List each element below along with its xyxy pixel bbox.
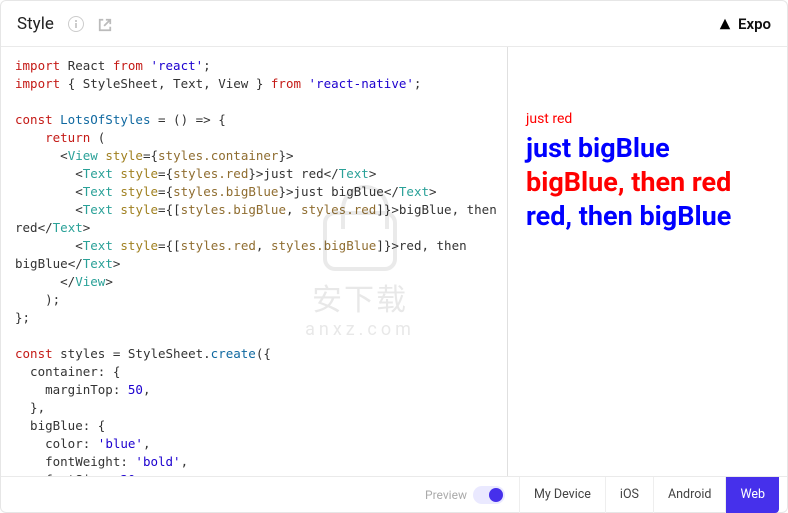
- preview-text-bigblue: just bigBlue: [526, 131, 769, 165]
- code-line: bigBlue: {: [15, 417, 497, 435]
- code-line: <Text style={[styles.red, styles.bigBlue…: [15, 237, 497, 255]
- tab-ios[interactable]: iOS: [605, 477, 653, 513]
- code-line: [15, 327, 497, 345]
- code-line: fontSize: 30,: [15, 471, 497, 476]
- header: Style Expo: [1, 1, 787, 47]
- code-line: };: [15, 309, 497, 327]
- code-line: <Text style={styles.red}>just red</Text>: [15, 165, 497, 183]
- tab-android[interactable]: Android: [653, 477, 725, 513]
- code-line: );: [15, 291, 497, 309]
- code-line: import { StyleSheet, Text, View } from '…: [15, 75, 497, 93]
- code-line: bigBlue</Text>: [15, 255, 497, 273]
- code-line: <View style={styles.container}>: [15, 147, 497, 165]
- preview-toggle[interactable]: [473, 486, 505, 504]
- tab-web[interactable]: Web: [725, 477, 779, 513]
- code-line: red</Text>: [15, 219, 497, 237]
- code-line: <Text style={styles.bigBlue}>just bigBlu…: [15, 183, 497, 201]
- code-line: return (: [15, 129, 497, 147]
- expo-logo-icon: [718, 17, 732, 31]
- code-line: const LotsOfStyles = () => {: [15, 111, 497, 129]
- code-line: container: {: [15, 363, 497, 381]
- body: import React from 'react';import { Style…: [1, 47, 787, 476]
- code-line: <Text style={[styles.bigBlue, styles.red…: [15, 201, 497, 219]
- preview-text-red-bigblue: red, then bigBlue: [526, 199, 769, 233]
- expo-brand[interactable]: Expo: [718, 15, 771, 33]
- code-line: fontWeight: 'bold',: [15, 453, 497, 471]
- page-title: Style: [17, 14, 54, 34]
- code-line: [15, 93, 497, 111]
- toggle-knob: [489, 488, 503, 502]
- code-line: marginTop: 50,: [15, 381, 497, 399]
- code-line: const styles = StyleSheet.create({: [15, 345, 497, 363]
- tab-my-device[interactable]: My Device: [519, 477, 605, 513]
- code-line: import React from 'react';: [15, 57, 497, 75]
- info-icon[interactable]: [68, 16, 84, 32]
- header-left: Style: [17, 14, 112, 34]
- code-editor[interactable]: import React from 'react';import { Style…: [1, 47, 507, 476]
- preview-label: Preview: [425, 488, 467, 502]
- footer: Preview My Device iOS Android Web: [1, 476, 787, 512]
- external-link-icon[interactable]: [98, 17, 112, 31]
- code-line: </View>: [15, 273, 497, 291]
- code-line: color: 'blue',: [15, 435, 497, 453]
- code-line: },: [15, 399, 497, 417]
- expo-label: Expo: [738, 15, 771, 33]
- preview-text-red: just red: [526, 111, 769, 127]
- preview-text-bigblue-red: bigBlue, then red: [526, 165, 769, 199]
- preview-pane: just red just bigBlue bigBlue, then red …: [507, 47, 787, 476]
